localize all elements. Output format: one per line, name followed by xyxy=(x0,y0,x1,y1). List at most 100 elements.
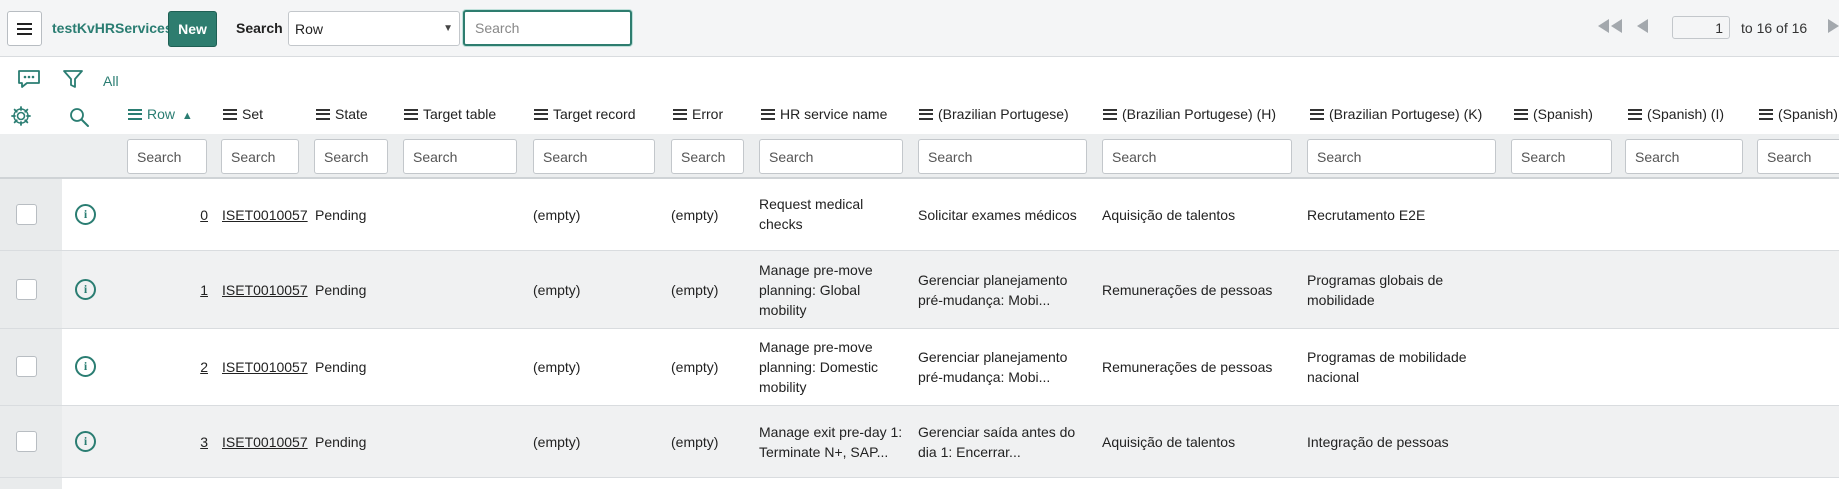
filter-icon[interactable] xyxy=(62,68,84,90)
brazilian-portugese-k-cell: Integração de pessoas xyxy=(1307,432,1449,452)
info-icon[interactable]: i xyxy=(75,204,96,225)
column-menu-icon[interactable] xyxy=(404,108,418,120)
column-search-brazilian-portugese-h-input[interactable] xyxy=(1102,139,1292,174)
target-record-cell: (empty) xyxy=(533,434,581,450)
column-header-spanish-i[interactable]: (Spanish) (I) xyxy=(1628,106,1724,122)
column-header-spanish[interactable]: (Spanish) xyxy=(1514,106,1593,122)
column-search-spanish-2-input[interactable] xyxy=(1757,139,1839,174)
column-search-brazilian-portugese-k-input[interactable] xyxy=(1307,139,1496,174)
column-menu-icon[interactable] xyxy=(1759,108,1773,120)
column-menu-icon[interactable] xyxy=(1310,108,1324,120)
column-header-hr-service-name[interactable]: HR service name xyxy=(761,106,887,122)
brazilian-portugese-h-cell: Remunerações de pessoas xyxy=(1102,359,1273,375)
caret-down-icon: ▼ xyxy=(443,23,453,34)
column-search-error-input[interactable] xyxy=(671,139,744,174)
next-page-icon[interactable] xyxy=(1828,19,1839,33)
column-header-brazilian-portugese-h[interactable]: (Brazilian Portugese) (H) xyxy=(1103,106,1276,122)
column-header-brazilian-portugese-k[interactable]: (Brazilian Portugese) (K) xyxy=(1310,106,1482,122)
hr-service-name-cell: Manage exit pre-day 1: Terminate N+, SAP… xyxy=(759,422,902,462)
cell-line: Programas de mobilidade xyxy=(1307,349,1467,365)
hr-service-name-cell: Manage pre-move planning: Domestic mobil… xyxy=(759,337,878,397)
table-row: i 2 ISET0010057 Pending (empty) (empty) … xyxy=(0,329,1839,406)
set-link[interactable]: ISET0010057 xyxy=(222,205,308,225)
column-header-state[interactable]: State xyxy=(316,106,368,122)
column-menu-icon[interactable] xyxy=(128,108,142,120)
new-button[interactable]: New xyxy=(168,11,217,47)
previous-page-icon[interactable] xyxy=(1636,19,1649,33)
column-search-hr-service-name-input[interactable] xyxy=(759,139,903,174)
cell-line: nacional xyxy=(1307,369,1360,385)
column-search-target-table-input[interactable] xyxy=(403,139,517,174)
search-icon[interactable] xyxy=(68,106,90,128)
cell-line: mobility xyxy=(759,302,807,318)
row-checkbox[interactable] xyxy=(16,431,37,452)
page-count-label: to 16 of 16 xyxy=(1741,20,1808,36)
filter-bar xyxy=(0,57,1839,101)
column-header-label: Target table xyxy=(423,106,497,122)
state-cell: Pending xyxy=(315,207,367,223)
target-record-cell: (empty) xyxy=(533,207,581,223)
gear-icon[interactable] xyxy=(10,105,32,127)
page-number-input[interactable] xyxy=(1672,16,1730,39)
set-link[interactable]: ISET0010057 xyxy=(222,280,308,300)
column-search-row-input[interactable] xyxy=(127,139,207,174)
column-menu-icon[interactable] xyxy=(919,108,933,120)
first-page-icon[interactable] xyxy=(1597,19,1623,33)
breadcrumb-all[interactable]: All xyxy=(103,73,119,89)
column-header-row[interactable]: Row ▲ xyxy=(128,106,193,122)
error-cell: (empty) xyxy=(671,282,719,298)
cell-line: Solicitar exames médicos xyxy=(918,207,1077,223)
column-header-error[interactable]: Error xyxy=(673,106,723,122)
set-link[interactable]: ISET0010057 xyxy=(222,357,308,377)
state-cell: Pending xyxy=(315,282,367,298)
column-header-label: (Brazilian Portugese) (K) xyxy=(1329,106,1483,122)
cell-line: mobility xyxy=(759,379,807,395)
column-menu-icon[interactable] xyxy=(1103,108,1117,120)
column-header-brazilian-portugese[interactable]: (Brazilian Portugese) xyxy=(919,106,1069,122)
table-row: i 3 ISET0010057 Pending (empty) (empty) … xyxy=(0,406,1839,478)
row-checkbox[interactable] xyxy=(16,279,37,300)
column-header-target-record[interactable]: Target record xyxy=(534,106,635,122)
cell-line: Manage exit pre-day 1: xyxy=(759,424,903,440)
info-icon[interactable]: i xyxy=(75,431,96,452)
row-number-link[interactable]: 0 xyxy=(188,205,208,225)
row-checkbox[interactable] xyxy=(16,356,37,377)
list-menu-button[interactable] xyxy=(7,11,42,46)
column-header-label: Set xyxy=(242,106,264,122)
column-header-target-table[interactable]: Target table xyxy=(404,106,496,122)
column-search-set-input[interactable] xyxy=(221,139,299,174)
column-header-label: (Spanish) xyxy=(1533,106,1593,122)
column-search-target-record-input[interactable] xyxy=(533,139,655,174)
set-link[interactable]: ISET0010057 xyxy=(222,432,308,452)
brazilian-portugese-k-cell: Programas de mobilidade nacional xyxy=(1307,347,1467,387)
brazilian-portugese-h-cell: Remunerações de pessoas xyxy=(1102,282,1273,298)
search-field-select[interactable]: Row ▼ xyxy=(288,11,460,46)
row-number-link[interactable]: 3 xyxy=(188,432,208,452)
column-header-spanish-2[interactable]: (Spanish) xyxy=(1759,106,1839,122)
column-search-brazilian-portugese-input[interactable] xyxy=(918,139,1087,174)
column-menu-icon[interactable] xyxy=(534,108,548,120)
column-menu-icon[interactable] xyxy=(223,108,237,120)
column-header-set[interactable]: Set xyxy=(223,106,263,122)
cell-line: mobilidade xyxy=(1307,292,1375,308)
row-checkbox[interactable] xyxy=(16,204,37,225)
column-menu-icon[interactable] xyxy=(761,108,775,120)
activity-stream-icon[interactable] xyxy=(17,69,41,89)
brazilian-portugese-cell: Gerenciar planejamento pré-mudança: Mobi… xyxy=(918,270,1067,310)
search-input[interactable] xyxy=(463,10,632,46)
column-menu-icon[interactable] xyxy=(316,108,330,120)
column-search-state-input[interactable] xyxy=(314,139,388,174)
column-menu-icon[interactable] xyxy=(673,108,687,120)
row-number-link[interactable]: 1 xyxy=(188,280,208,300)
cell-line: dia 1: Encerrar... xyxy=(918,444,1021,460)
cell-line: checks xyxy=(759,216,803,232)
column-search-spanish-i-input[interactable] xyxy=(1625,139,1743,174)
column-search-spanish-input[interactable] xyxy=(1511,139,1612,174)
info-icon[interactable]: i xyxy=(75,356,96,377)
row-number-link[interactable]: 2 xyxy=(188,357,208,377)
list-title[interactable]: testKvHRServices xyxy=(52,20,173,36)
column-menu-icon[interactable] xyxy=(1514,108,1528,120)
info-icon[interactable]: i xyxy=(75,279,96,300)
brazilian-portugese-k-cell: Recrutamento E2E xyxy=(1307,205,1425,225)
column-menu-icon[interactable] xyxy=(1628,108,1642,120)
